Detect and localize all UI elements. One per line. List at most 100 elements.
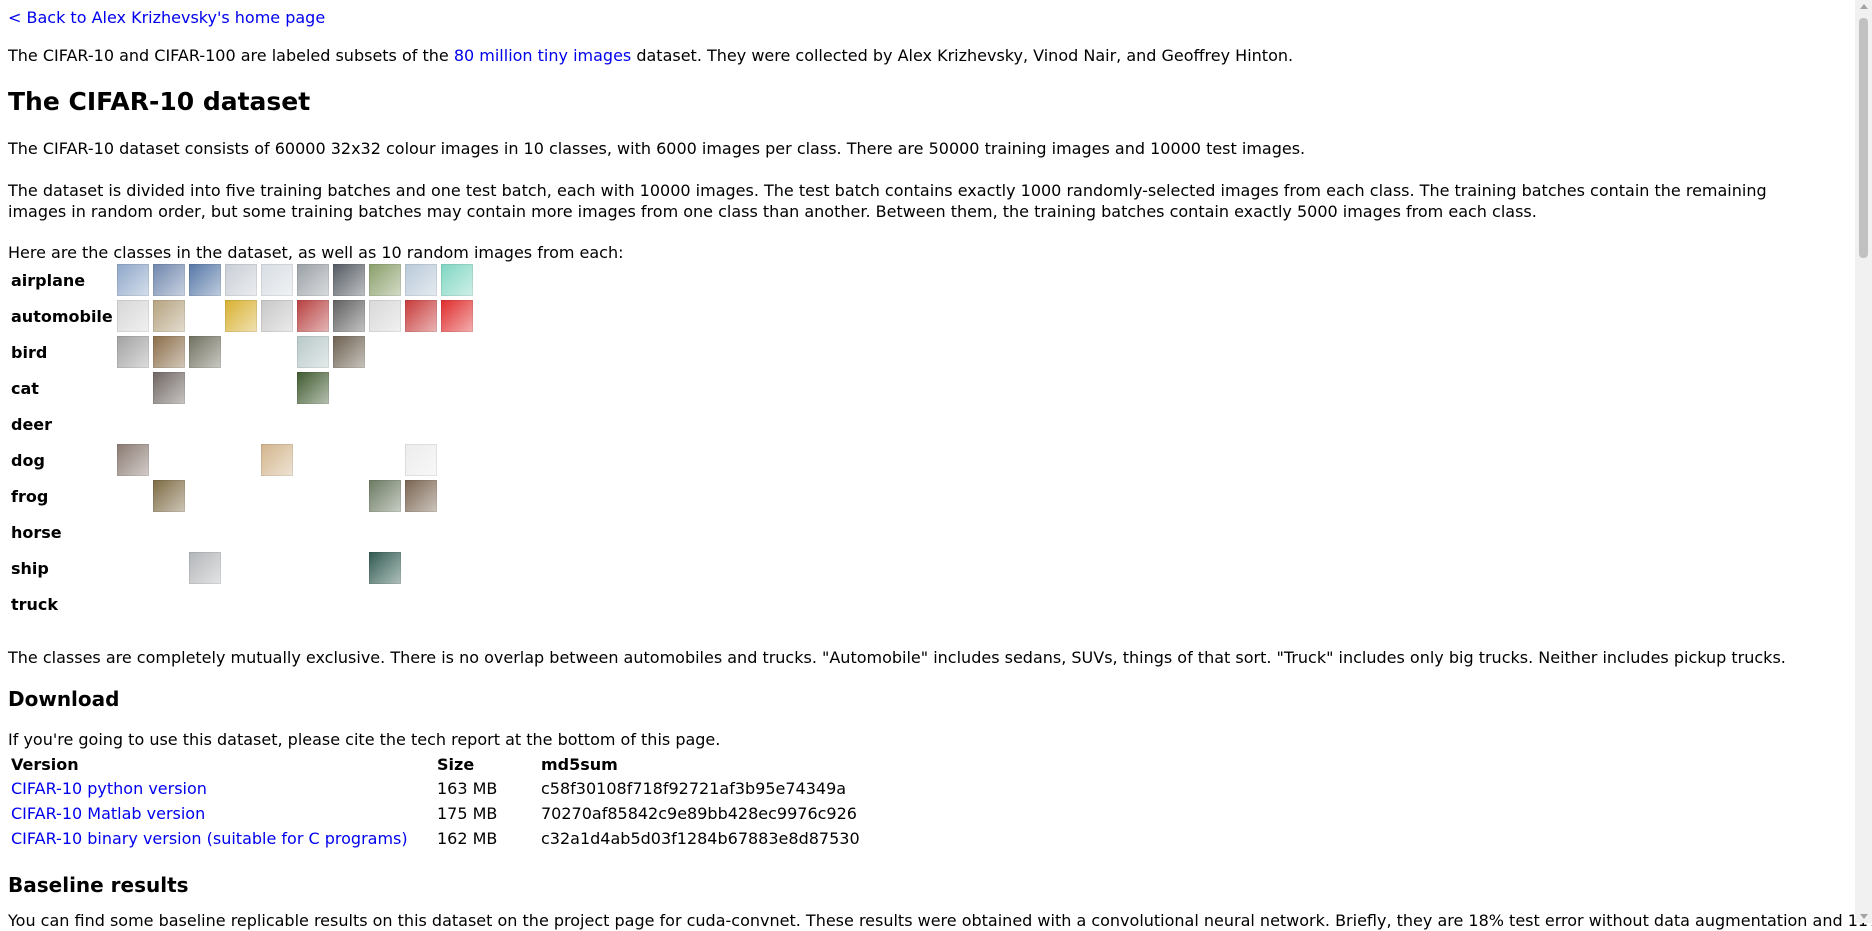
sample-image [153,264,185,296]
class-thumbnails [117,516,477,548]
scrollbar-thumb[interactable] [1859,18,1868,258]
sample-image [117,300,149,332]
sample-image [189,516,221,548]
sample-image [117,480,149,512]
python-version-link[interactable]: CIFAR-10 python version [11,779,207,798]
sample-image [297,408,329,440]
download-heading: Download [8,687,120,711]
class-name: horse [11,522,62,542]
sample-image [225,264,257,296]
size-cell: 163 MB [437,779,498,798]
sample-image [225,480,257,512]
sample-image [297,480,329,512]
intro-paragraph: The CIFAR-10 and CIFAR-100 are labeled s… [8,45,1293,66]
sample-image [333,552,365,584]
sample-image [261,480,293,512]
intro-text-before: The CIFAR-10 and CIFAR-100 are labeled s… [8,46,454,65]
sample-image [441,264,473,296]
sample-image [405,408,437,440]
class-name: dog [11,450,45,470]
back-home-link[interactable]: < Back to Alex Krizhevsky's home page [8,8,325,27]
sample-image [369,516,401,548]
sample-image [333,336,365,368]
class-row: truck [8,586,477,622]
sample-image [225,588,257,620]
sample-image [261,264,293,296]
sample-image [333,264,365,296]
sample-image [441,588,473,620]
download-row: CIFAR-10 python version 163 MB c58f30108… [8,776,863,801]
baseline-heading: Baseline results [8,873,189,897]
classes-intro: Here are the classes in the dataset, as … [8,243,624,262]
download-row: CIFAR-10 binary version (suitable for C … [8,826,863,851]
cite-note: If you're going to use this dataset, ple… [8,730,721,749]
sample-image [333,516,365,548]
sample-image [225,552,257,584]
intro-text-after: dataset. They were collected by Alex Kri… [631,46,1294,65]
sample-image [117,336,149,368]
sample-image [261,408,293,440]
baseline-text: You can find some baseline replicable re… [8,911,1872,930]
sample-image [441,444,473,476]
sample-image [297,552,329,584]
column-header-md5sum: md5sum [541,754,618,774]
sample-image [117,588,149,620]
sample-image [117,264,149,296]
sample-image [225,372,257,404]
sample-image [153,300,185,332]
sample-image [261,336,293,368]
sample-image [297,516,329,548]
dataset-summary: The CIFAR-10 dataset consists of 60000 3… [8,139,1306,158]
sample-image [189,588,221,620]
sample-image [261,444,293,476]
sample-image [405,300,437,332]
sample-image [225,336,257,368]
sample-image [441,336,473,368]
matlab-version-link[interactable]: CIFAR-10 Matlab version [11,804,205,823]
sample-image [405,336,437,368]
sample-image [189,336,221,368]
sample-image [117,372,149,404]
class-row: airplane [8,262,477,298]
sample-image [441,372,473,404]
sample-image [333,372,365,404]
sample-image [441,552,473,584]
sample-image [369,444,401,476]
size-cell: 162 MB [437,829,498,848]
class-row: dog [8,442,477,478]
sample-image [189,552,221,584]
sample-image [333,408,365,440]
class-name: deer [11,414,53,434]
page-title: The CIFAR-10 dataset [8,87,311,116]
sample-image [297,336,329,368]
class-thumbnails [117,336,477,368]
sample-image [261,300,293,332]
sample-image [189,372,221,404]
md5-cell: 70270af85842c9e89bb428ec9976c926 [541,804,857,823]
size-cell: 175 MB [437,804,498,823]
class-thumbnails [117,264,477,296]
sample-image [405,552,437,584]
sample-image [405,264,437,296]
sample-image [153,588,185,620]
sample-image [441,408,473,440]
sample-image [261,516,293,548]
scroll-up-arrow-icon[interactable] [1860,4,1868,9]
binary-version-link[interactable]: CIFAR-10 binary version (suitable for C … [11,829,408,848]
sample-image [405,516,437,548]
sample-image [369,372,401,404]
sample-image [189,408,221,440]
scroll-down-arrow-icon[interactable] [1860,914,1868,919]
sample-image [261,372,293,404]
sample-image [297,372,329,404]
sample-image [441,480,473,512]
sample-image [117,408,149,440]
sample-image [405,480,437,512]
sample-image [297,588,329,620]
vertical-scrollbar[interactable] [1855,0,1872,923]
tiny-images-link[interactable]: 80 million tiny images [454,46,631,65]
sample-image [369,480,401,512]
sample-image [153,444,185,476]
sample-image [369,300,401,332]
sample-image [369,408,401,440]
